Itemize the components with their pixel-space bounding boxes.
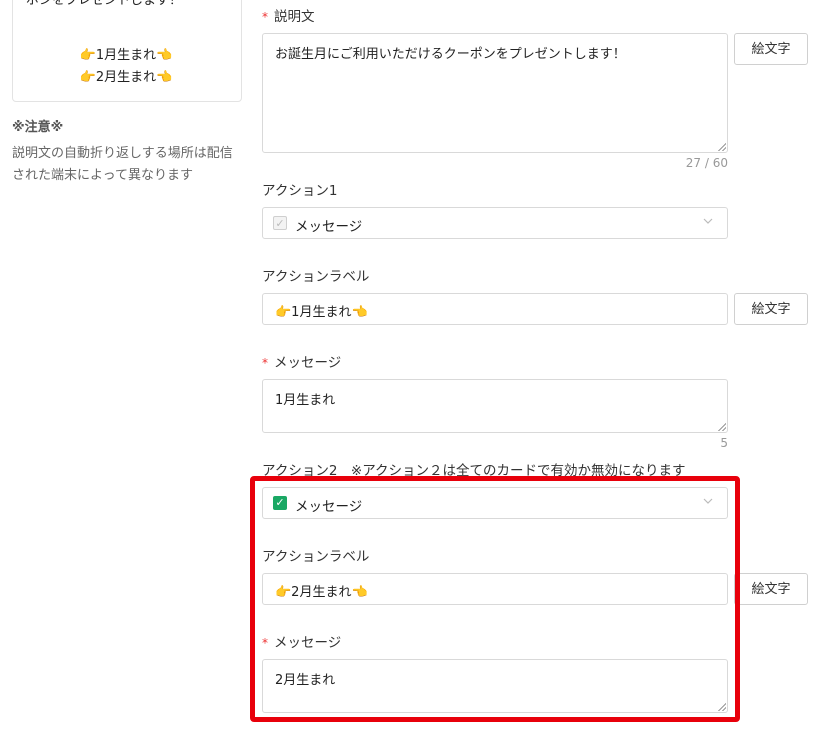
resize-handle-icon[interactable]	[718, 703, 726, 711]
action2-message-label: メッセージ	[274, 635, 342, 651]
action2-label: アクション2 ※アクション２は全てのカードで有効か無効になります	[262, 463, 686, 479]
description-value: お誕生月にご利用いただけるクーポンをプレゼントします！	[275, 47, 626, 62]
chevron-down-icon	[703, 218, 713, 224]
note-text: 説明文の自動折り返しする場所は配信された端末によって異なります	[12, 146, 233, 183]
note-title: ※注意※	[12, 120, 64, 135]
checkbox-checked-icon[interactable]: ✓	[273, 496, 287, 510]
action1-message-textarea[interactable]: 1月生まれ	[262, 379, 728, 433]
action1-message-label-row: * メッセージ	[262, 351, 341, 371]
action1-label-title: アクションラベル	[262, 269, 370, 285]
description-label-row: * 説明文	[262, 5, 315, 25]
action2-label-title: アクションラベル	[262, 549, 370, 565]
action2-message-value: 2月生まれ	[275, 673, 336, 688]
action1-label: アクション1	[262, 183, 338, 199]
description-emoji-button[interactable]: 絵文字	[734, 33, 808, 65]
preview-action1-label: 👉1月生まれ👈	[79, 48, 173, 63]
action1-message-label: メッセージ	[274, 355, 342, 371]
action1-type-value: メッセージ	[295, 219, 363, 235]
action1-message-counter: 5	[720, 436, 728, 450]
preview-action2-label: 👉2月生まれ👈	[79, 70, 173, 85]
action2-type-select[interactable]: ✓ メッセージ	[262, 487, 728, 519]
action2-label-input[interactable]: 👉2月生まれ👈	[262, 573, 728, 605]
action1-label-input[interactable]: 👉1月生まれ👈	[262, 293, 728, 325]
action1-message-value: 1月生まれ	[275, 393, 336, 408]
description-counter: 27 / 60	[685, 156, 728, 170]
action1-type-select[interactable]: ✓ メッセージ	[262, 207, 728, 239]
action2-message-label-row: * メッセージ	[262, 631, 341, 651]
required-mark: *	[262, 10, 268, 24]
resize-handle-icon[interactable]	[718, 143, 726, 151]
action1-label-value: 👉1月生まれ👈	[275, 305, 368, 320]
checkbox-disabled-icon[interactable]: ✓	[273, 216, 287, 230]
description-textarea[interactable]: お誕生月にご利用いただけるクーポンをプレゼントします！	[262, 33, 728, 153]
description-label: 説明文	[274, 9, 315, 25]
chevron-down-icon	[703, 498, 713, 504]
action2-label-value: 👉2月生まれ👈	[275, 585, 368, 600]
action1-emoji-button[interactable]: 絵文字	[734, 293, 808, 325]
action2-message-textarea[interactable]: 2月生まれ	[262, 659, 728, 713]
required-mark: *	[262, 356, 268, 370]
required-mark: *	[262, 636, 268, 650]
preview-description-text: ーポンをプレゼントします！	[13, 0, 183, 8]
action2-emoji-button[interactable]: 絵文字	[734, 573, 808, 605]
action2-type-value: メッセージ	[295, 499, 363, 515]
resize-handle-icon[interactable]	[718, 423, 726, 431]
